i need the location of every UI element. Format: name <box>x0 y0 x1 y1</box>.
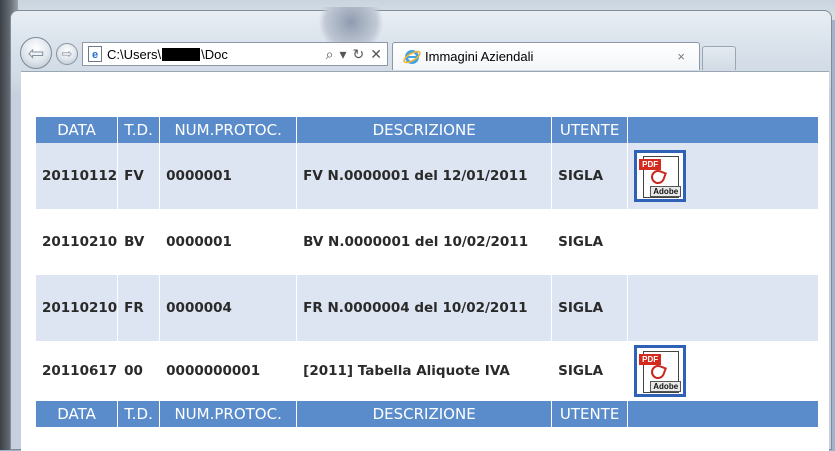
cell-num: 0000001 <box>160 143 297 209</box>
adobe-label: Adobe <box>650 186 682 197</box>
cell-descrizione: [2011] Tabella Aliquote IVA <box>297 341 552 401</box>
footer-utente: UTENTE <box>552 401 628 427</box>
cell-attachment <box>628 209 819 275</box>
cell-td: BV <box>118 209 160 275</box>
cell-data: 20110112 <box>36 143 118 209</box>
table-row: 20110210 BV 0000001 BV N.0000001 del 10/… <box>36 209 819 275</box>
adobe-label: Adobe <box>650 381 682 392</box>
cell-attachment: PDF Adobe <box>628 341 819 401</box>
dropdown-icon[interactable]: ▾ <box>340 46 347 63</box>
ie-logo-icon <box>403 48 421 66</box>
close-icon[interactable]: × <box>677 49 685 64</box>
stop-icon[interactable]: ✕ <box>370 46 382 63</box>
pdf-tag: PDF <box>639 159 662 170</box>
address-text[interactable]: C:\Users\ \Doc <box>107 47 228 62</box>
tab-immagini-aziendali[interactable]: Immagini Aziendali × <box>392 42 700 70</box>
table-footer-row: DATA T.D. NUM.PROTOC. DESCRIZIONE UTENTE <box>36 401 819 427</box>
footer-descrizione: DESCRIZIONE <box>297 401 552 427</box>
address-bar[interactable]: e C:\Users\ \Doc ⌕ ▾ ↻ ✕ <box>82 42 388 66</box>
svg-text:e: e <box>92 49 98 61</box>
cell-attachment <box>628 275 819 341</box>
address-suffix: \Doc <box>201 46 228 62</box>
cell-data: 20110617 <box>36 341 118 401</box>
header-attachment <box>628 117 819 143</box>
table-row: 20110617 00 0000000001 [2011] Tabella Al… <box>36 341 819 401</box>
cell-data: 20110210 <box>36 275 118 341</box>
pdf-icon[interactable]: PDF Adobe <box>634 345 687 397</box>
cell-utente: SIGLA <box>552 341 628 401</box>
pdf-icon[interactable]: PDF Adobe <box>634 150 687 202</box>
back-arrow-icon: ⇦ <box>27 41 45 65</box>
cell-attachment: PDF Adobe <box>628 143 819 209</box>
search-icon[interactable]: ⌕ <box>326 46 334 63</box>
cell-data: 20110210 <box>36 209 118 275</box>
page-content: DATA T.D. NUM.PROTOC. DESCRIZIONE UTENTE… <box>21 71 829 451</box>
table-row: 20110112 FV 0000001 FV N.0000001 del 12/… <box>36 143 819 209</box>
footer-data: DATA <box>36 401 118 427</box>
back-button[interactable]: ⇦ <box>20 37 52 69</box>
tab-title: Immagini Aziendali <box>425 49 534 64</box>
new-tab-button[interactable] <box>702 46 736 70</box>
forward-arrow-icon: ⇨ <box>61 46 73 62</box>
header-utente: UTENTE <box>552 117 628 143</box>
header-num-protoc: NUM.PROTOC. <box>160 117 297 143</box>
refresh-icon[interactable]: ↻ <box>353 46 365 63</box>
header-td: T.D. <box>118 117 160 143</box>
page-icon: e <box>87 46 103 62</box>
cell-td: 00 <box>118 341 160 401</box>
cell-td: FV <box>118 143 160 209</box>
table-header-row: DATA T.D. NUM.PROTOC. DESCRIZIONE UTENTE <box>36 117 819 143</box>
table-row: 20110210 FR 0000004 FR N.0000004 del 10/… <box>36 275 819 341</box>
footer-attachment <box>628 401 819 427</box>
address-tools: ⌕ ▾ ↻ ✕ <box>326 46 382 63</box>
header-data: DATA <box>36 117 118 143</box>
cell-num: 0000001 <box>160 209 297 275</box>
cell-utente: SIGLA <box>552 143 628 209</box>
cell-td: FR <box>118 275 160 341</box>
cell-num: 0000004 <box>160 275 297 341</box>
footer-td: T.D. <box>118 401 160 427</box>
cell-descrizione: FV N.0000001 del 12/01/2011 <box>297 143 552 209</box>
redaction-block <box>162 47 201 61</box>
titlebar-decoration <box>311 7 391 45</box>
footer-num-protoc: NUM.PROTOC. <box>160 401 297 427</box>
cell-num: 0000000001 <box>160 341 297 401</box>
pdf-tag: PDF <box>639 354 662 365</box>
cell-descrizione: BV N.0000001 del 10/02/2011 <box>297 209 552 275</box>
cell-utente: SIGLA <box>552 275 628 341</box>
cell-utente: SIGLA <box>552 209 628 275</box>
header-descrizione: DESCRIZIONE <box>297 117 552 143</box>
documents-table: DATA T.D. NUM.PROTOC. DESCRIZIONE UTENTE… <box>35 117 819 427</box>
address-prefix: C:\Users\ <box>107 46 162 62</box>
forward-button[interactable]: ⇨ <box>56 43 78 65</box>
cell-descrizione: FR N.0000004 del 10/02/2011 <box>297 275 552 341</box>
